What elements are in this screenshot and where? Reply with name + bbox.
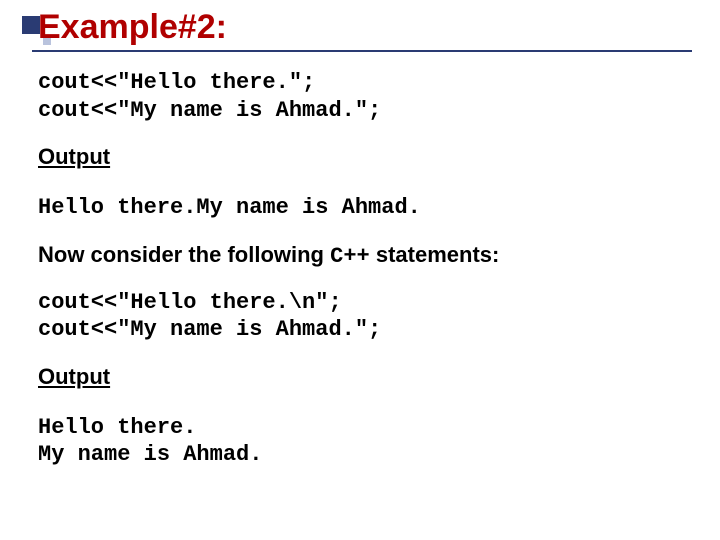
narrative-line: Now consider the following C++ statement… [38, 242, 690, 269]
narrative-text-pre: Now consider the following [38, 242, 330, 267]
code-snippet-2: cout<<"Hello there.\n"; cout<<"My name i… [38, 289, 690, 344]
output-result-1: Hello there.My name is Ahmad. [38, 195, 421, 220]
output-label-2: Output [38, 364, 690, 390]
output-label-1: Output [38, 144, 690, 170]
narrative-mono: C++ [330, 244, 370, 269]
narrative-text-post: statements: [370, 242, 500, 267]
slide-title: Example#2: [38, 8, 690, 47]
slide-content: Example#2: cout<<"Hello there."; cout<<"… [38, 8, 690, 469]
output-result-2: Hello there. My name is Ahmad. [38, 414, 690, 469]
code-snippet-1: cout<<"Hello there."; cout<<"My name is … [38, 69, 690, 124]
